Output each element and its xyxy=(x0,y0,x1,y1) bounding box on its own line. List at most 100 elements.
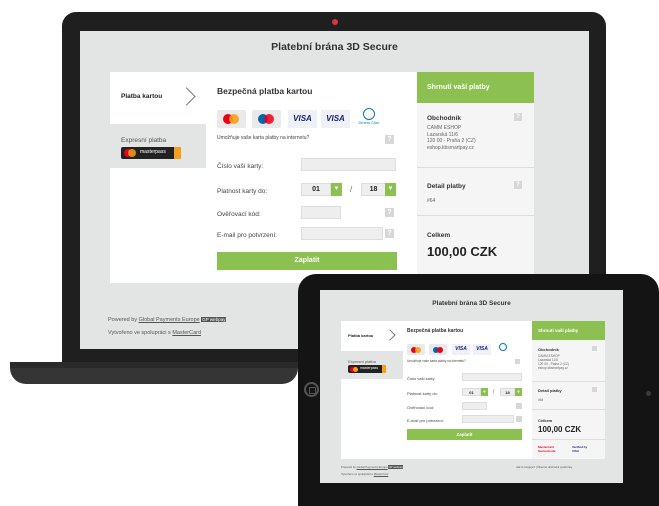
card-number-label: Číslo vaší karty: xyxy=(217,163,264,170)
chevron-right-icon xyxy=(177,87,196,106)
visa-electron-logo: VISA xyxy=(473,344,491,355)
laptop-base xyxy=(10,362,298,384)
card-number-input[interactable] xyxy=(301,158,396,171)
footer-links[interactable]: Jak to funguje? | Obecné obchodní podmín… xyxy=(516,465,572,469)
help-icon[interactable]: ? xyxy=(514,181,522,189)
diners-club-logo xyxy=(494,343,512,355)
mastercard-circle-orange xyxy=(128,149,136,157)
chevron-down-icon[interactable]: ▼ xyxy=(515,388,522,396)
pay-button[interactable]: Zaplatit xyxy=(407,429,522,440)
tab-card-payment-label: Platba kartou xyxy=(121,93,163,100)
help-icon[interactable] xyxy=(515,359,520,364)
cooperation-prefix: Vytvořeno ve spolupráci s xyxy=(341,472,373,476)
help-icon[interactable] xyxy=(592,346,597,351)
chevron-down-icon[interactable]: ▼ xyxy=(481,388,488,396)
total-amount: 100,00 CZK xyxy=(538,425,582,434)
home-button-icon[interactable] xyxy=(304,382,319,397)
cooperation-text: Vytvořeno ve spolupráci s MasterCard xyxy=(108,330,201,336)
expiry-month-select[interactable]: 01 xyxy=(301,183,331,196)
detail-title: Detail platby xyxy=(427,183,466,190)
card-form: Bezpečná platba kartou VISA VISA Umožňuj… xyxy=(407,321,547,459)
expiry-separator: / xyxy=(493,389,495,395)
total-amount: 100,00 CZK xyxy=(427,244,498,259)
mastercard-link[interactable]: MasterCard xyxy=(172,330,201,336)
tab-card-payment-label: Platba kartou xyxy=(348,333,374,338)
help-icon[interactable] xyxy=(516,416,522,422)
maestro-logo xyxy=(252,110,281,128)
visa-electron-logo: VISA xyxy=(321,110,350,128)
page-title: Platební brána 3D Secure xyxy=(432,300,511,307)
total-title: Celkem xyxy=(427,232,451,239)
page-title: Platební brána 3D Secure xyxy=(271,41,398,53)
arrow-right-icon xyxy=(382,365,386,373)
tab-express-payment[interactable]: Expresní platba masterpass xyxy=(341,351,403,379)
payment-summary: Shrnutí vaší platby Obchodník ? CAMM ESH… xyxy=(417,72,534,283)
cvc-input[interactable] xyxy=(301,206,341,219)
diners-label: Diners Club xyxy=(358,120,380,125)
masterpass-button[interactable]: masterpass xyxy=(121,147,181,159)
expiry-label: Platnost karty do: xyxy=(217,188,268,195)
cooperation-text: Vytvořeno ve spolupráci s MasterCard xyxy=(341,472,388,476)
powered-prefix: Powered by xyxy=(341,465,356,469)
expiry-month-select[interactable]: 01 xyxy=(462,388,481,396)
diners-circle-icon xyxy=(363,108,375,120)
tab-card-payment[interactable]: Platba kartou xyxy=(110,72,206,124)
mastercard-circle-orange xyxy=(352,366,358,372)
cvc-label: Ověřovací kód: xyxy=(407,405,434,410)
expiry-year-select[interactable]: 18 xyxy=(361,183,386,196)
arrow-right-icon xyxy=(174,147,181,159)
email-input[interactable] xyxy=(301,227,383,240)
help-icon[interactable] xyxy=(592,387,597,392)
help-icon[interactable] xyxy=(516,403,522,409)
form-heading: Bezpečná platba kartou xyxy=(217,86,313,96)
mastercard-logo xyxy=(217,110,246,128)
payment-card: Platba kartou Expresní platba masterpass… xyxy=(110,72,534,283)
detail-title: Detail platby xyxy=(538,388,562,393)
chevron-down-icon[interactable]: ▼ xyxy=(331,183,342,196)
powered-link[interactable]: Global Payments Europe xyxy=(357,465,388,469)
tab-express-payment[interactable]: Expresní platba masterpass xyxy=(110,124,206,168)
payment-card: Platba kartou Expresní platba masterpass… xyxy=(341,321,605,459)
pay-button[interactable]: Zaplatit xyxy=(217,252,397,270)
powered-link[interactable]: Global Payments Europe xyxy=(139,317,200,323)
card-form: Bezpečná platba kartou VISA VISA Diners … xyxy=(215,72,435,283)
summary-heading: Shrnutí vaší platby xyxy=(532,321,605,340)
merchant-title: Obchodník xyxy=(427,115,461,122)
internet-payment-question[interactable]: Umožňuje vaše karta platby na internetu? xyxy=(407,359,466,363)
security-logos: Mastercard SecureCode Verified by VISA xyxy=(532,439,605,460)
chevron-down-icon[interactable]: ▼ xyxy=(385,183,396,196)
gp-webpay-badge: GP webpay xyxy=(388,465,403,469)
summary-merchant: Obchodník ? CAMM ESHOP Lazarská 11/6 120… xyxy=(417,103,534,168)
help-icon[interactable]: ? xyxy=(385,208,394,217)
email-input[interactable] xyxy=(462,415,514,423)
help-icon[interactable]: ? xyxy=(514,113,522,121)
mastercard-securecode-logo: Mastercard SecureCode xyxy=(538,445,556,453)
help-icon[interactable]: ? xyxy=(385,229,394,238)
verified-by-visa-logo: Verified by VISA xyxy=(572,445,588,453)
tab-express-label: Expresní platba xyxy=(348,359,376,364)
expiry-year-select[interactable]: 18 xyxy=(500,388,515,396)
cvc-input[interactable] xyxy=(462,402,487,410)
card-number-label: Číslo vaší karty: xyxy=(407,376,436,381)
card-number-input[interactable] xyxy=(462,373,522,381)
cvc-label: Ověřovací kód: xyxy=(217,211,261,218)
chevron-right-icon xyxy=(384,329,396,341)
payment-summary: Shrnutí vaší platby Obchodník CAMM ESHOP… xyxy=(532,321,605,459)
masterpass-button[interactable]: masterpass xyxy=(348,365,386,373)
help-icon[interactable]: ? xyxy=(385,135,394,144)
powered-by-text: Powered by Global Payments Europe GP web… xyxy=(341,465,403,469)
mastercard-link[interactable]: MasterCard xyxy=(374,472,389,476)
camera-icon xyxy=(646,391,651,396)
summary-detail: Detail platby #64 xyxy=(532,381,605,410)
expiry-label: Platnost karty do: xyxy=(407,391,438,396)
merchant-details: CAMM ESHOP Lazarská 11/6 120 00 - Praha … xyxy=(538,354,570,370)
visa-logo: VISA xyxy=(288,110,317,128)
powered-prefix: Powered by xyxy=(108,317,138,323)
camera-icon xyxy=(332,19,338,25)
powered-by-text: Powered by Global Payments Europe GP web… xyxy=(108,317,227,323)
detail-value: #64 xyxy=(427,198,436,204)
masterpass-label: masterpass xyxy=(360,366,379,370)
internet-payment-question[interactable]: Umožňuje vaše karta platby na internetu? xyxy=(217,135,309,141)
tab-card-payment[interactable]: Platba kartou xyxy=(341,321,403,351)
merchant-title: Obchodník xyxy=(538,347,559,352)
